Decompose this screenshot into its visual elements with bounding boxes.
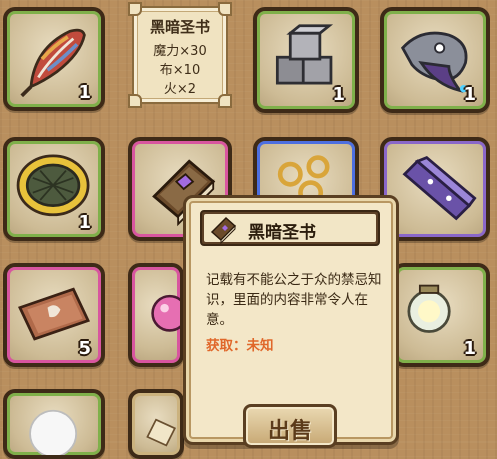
tooltip-title: 黑暗圣书 [248,223,316,243]
inventory-slot-bottom-item[interactable] [128,389,184,459]
pink-orb-icon [151,294,180,332]
item-count: 1 [332,84,345,105]
item-icon [146,418,177,447]
tooltip-description: 记载有不能公之于众的禁忌知识，里面的内容非常令人在意。 [206,272,382,328]
sell-button[interactable]: 出售 [243,404,337,448]
inventory-slot-feather[interactable]: 1 [3,7,105,111]
item-count: 1 [463,338,476,359]
recipe-ingredient: 魔力×30 [153,44,207,59]
item-count: 1 [463,84,476,105]
inventory-slot-leather-scroll[interactable]: 5 [3,263,105,367]
white-puff-icon [29,409,78,455]
inventory-slot-lantern[interactable]: 1 [392,263,490,367]
inventory-slot-woven-nest[interactable]: 1 [3,137,105,241]
tooltip-header: 黑暗圣书 [200,210,380,246]
item-count: 1 [78,212,91,233]
inventory-slot-stone-blocks[interactable]: 1 [253,7,359,113]
purple-crystal-bar-icon [402,156,477,221]
item-count: 5 [78,338,91,359]
recipe-title: 黑暗圣书 [149,18,210,36]
recipe-ingredient: 布×10 [159,63,201,78]
tooltip-source: 获取：未知 [206,338,274,354]
inventory-slot-white-puff[interactable] [3,389,105,459]
inventory-slot-ghost-fish[interactable]: 1 [380,7,490,113]
recipe-scroll: 黑暗圣书 魔力×30 布×10 火×2 [128,2,232,108]
sell-button-label: 出售 [267,419,312,444]
recipe-ingredient: 火×2 [163,82,197,97]
inventory-slot-pink-orb[interactable] [128,263,184,367]
item-count: 1 [78,82,91,103]
dark-bible-icon [210,216,237,244]
